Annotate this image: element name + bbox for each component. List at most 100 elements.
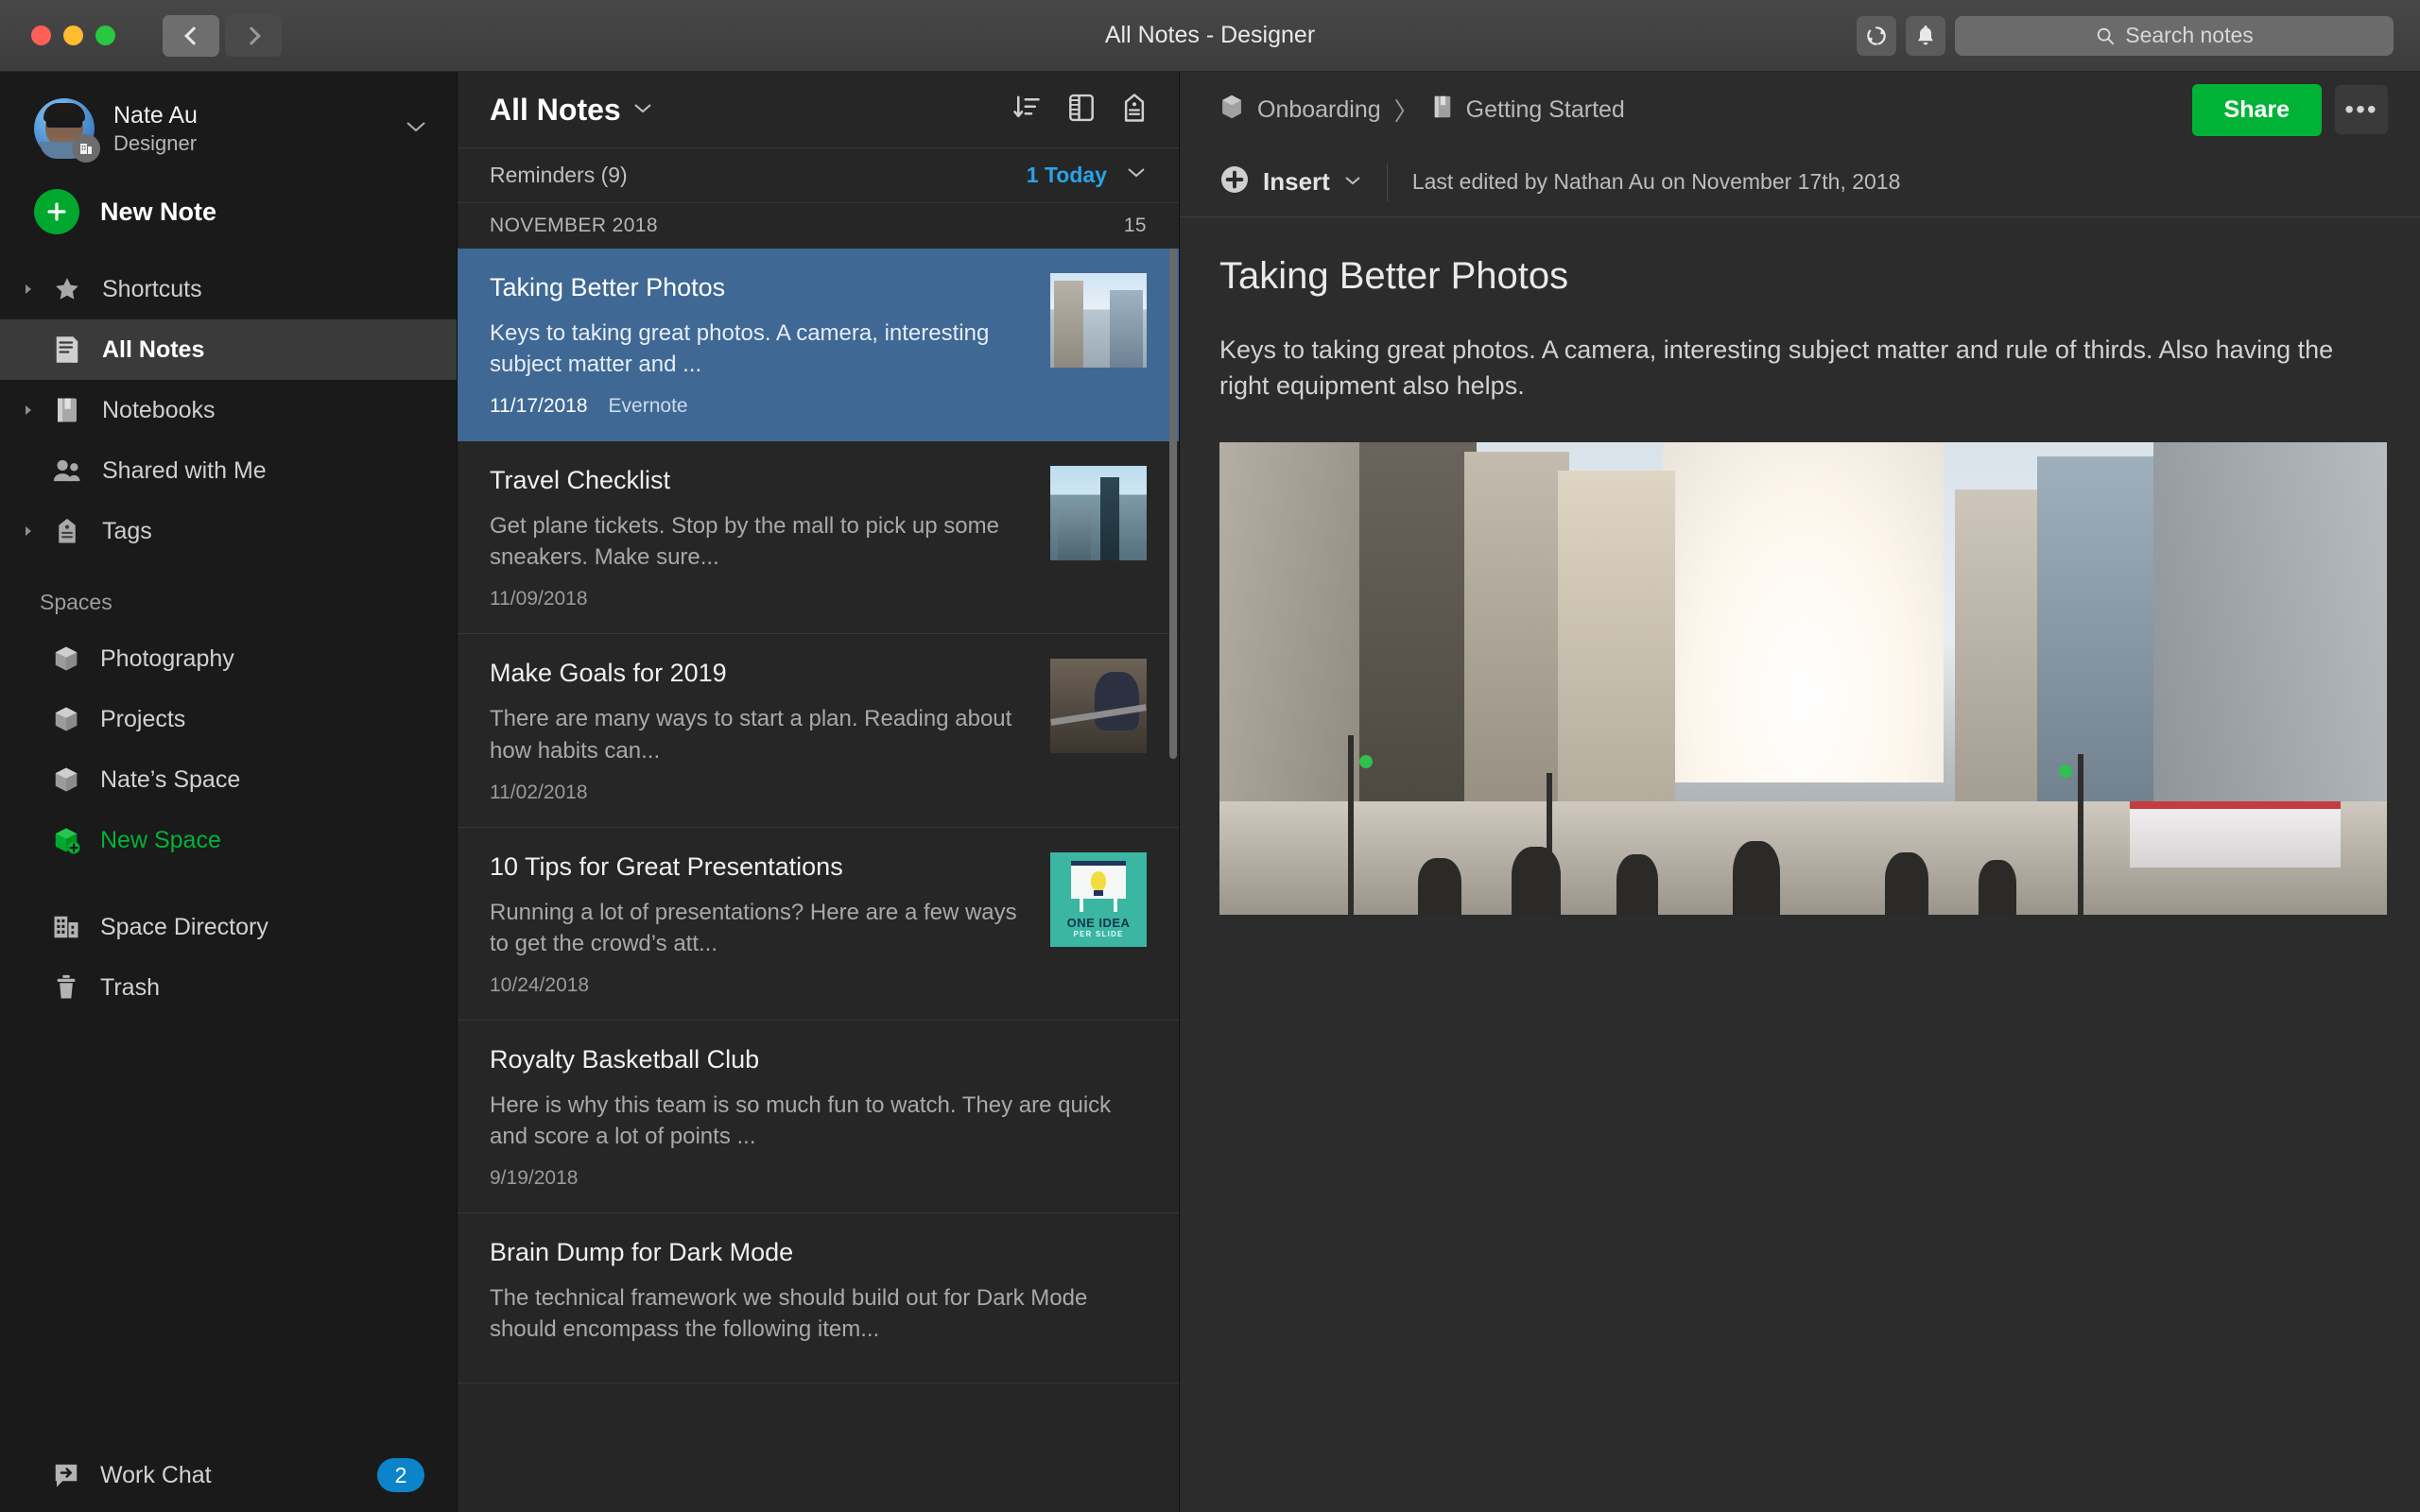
sidebar-label-all-notes: All Notes xyxy=(102,335,205,363)
close-window-button[interactable] xyxy=(31,26,51,45)
sidebar-item-tags[interactable]: Tags xyxy=(0,501,457,561)
sidebar-item-work-chat[interactable]: Work Chat 2 xyxy=(0,1438,457,1512)
new-note-button[interactable]: New Note xyxy=(0,168,457,259)
bell-icon xyxy=(1918,25,1933,44)
chevron-down-icon[interactable] xyxy=(404,118,428,140)
sync-icon xyxy=(1867,26,1886,45)
sidebar-item-trash[interactable]: Trash xyxy=(0,957,457,1018)
breadcrumb: Onboarding 〉 Getting Started xyxy=(1219,93,1625,128)
sidebar-label-space-directory: Space Directory xyxy=(100,913,268,940)
note-title: Royalty Basketball Club xyxy=(490,1044,760,1074)
minimize-window-button[interactable] xyxy=(63,26,83,45)
more-options-button[interactable]: ••• xyxy=(2335,85,2388,134)
note-title: Taking Better Photos xyxy=(490,273,726,301)
editor-subheader: Insert Last edited by Nathan Au on Novem… xyxy=(1180,147,2420,217)
note-list-item[interactable]: Make Goals for 2019 There are many ways … xyxy=(458,634,1179,828)
chevron-down-icon xyxy=(1343,172,1362,192)
note-list-panel: All Notes Reminders (9) 1 Today NOVEMBER… xyxy=(458,72,1180,1512)
sidebar-label-work-chat: Work Chat xyxy=(100,1461,212,1488)
note-snippet: Get plane tickets. Stop by the mall to p… xyxy=(490,513,999,571)
editor-content[interactable]: Taking Better Photos Keys to taking grea… xyxy=(1180,217,2420,1512)
chevron-down-icon[interactable] xyxy=(632,99,653,121)
note-list-item[interactable]: 10 Tips for Great Presentations Running … xyxy=(458,828,1179,1021)
view-layout-icon[interactable] xyxy=(1067,93,1096,128)
share-button[interactable]: Share xyxy=(2191,83,2322,136)
note-list-scroll[interactable]: Taking Better Photos Keys to taking grea… xyxy=(458,249,1179,1512)
cube-icon xyxy=(43,644,89,673)
note-list-scrollbar[interactable] xyxy=(1169,249,1177,759)
sidebar-item-notebooks[interactable]: Notebooks xyxy=(0,380,457,440)
note-hero-image xyxy=(1219,441,2387,915)
search-icon xyxy=(2097,27,2115,44)
sidebar-item-space-directory[interactable]: Space Directory xyxy=(0,897,457,957)
note-list-item[interactable]: Taking Better Photos Keys to taking grea… xyxy=(458,249,1179,442)
breadcrumb-item-onboarding[interactable]: Onboarding xyxy=(1257,96,1381,124)
month-label: NOVEMBER 2018 xyxy=(490,215,658,236)
insert-button[interactable]: Insert xyxy=(1219,164,1387,199)
sidebar-label-new-space: New Space xyxy=(100,826,221,853)
note-date: 10/24/2018 xyxy=(490,973,590,996)
sidebar-label-tags: Tags xyxy=(102,517,152,544)
note-list-item[interactable]: Travel Checklist Get plane tickets. Stop… xyxy=(458,441,1179,635)
reminders-bar[interactable]: Reminders (9) 1 Today xyxy=(458,148,1179,203)
avatar xyxy=(34,98,100,163)
account-name: Nate Au xyxy=(113,101,198,129)
note-thumbnail: ONE IDEA PER SLIDE xyxy=(1050,851,1147,947)
note-heading: Taking Better Photos xyxy=(1219,255,1569,297)
disclosure-triangle-icon[interactable] xyxy=(13,404,43,417)
chevron-left-icon xyxy=(183,26,203,45)
disclosure-triangle-icon[interactable] xyxy=(13,524,43,538)
cube-icon xyxy=(43,765,89,794)
note-snippet: Here is why this team is so much fun to … xyxy=(490,1091,1112,1149)
search-notes-field[interactable]: Search notes xyxy=(1955,15,2394,56)
sidebar-footer-list: Space Directory Trash xyxy=(0,897,457,1018)
business-badge-icon xyxy=(72,134,100,163)
note-editor-panel: Onboarding 〉 Getting Started Share ••• I… xyxy=(1180,72,2420,1512)
sidebar-item-new-space[interactable]: New Space xyxy=(0,810,457,870)
forward-button[interactable] xyxy=(225,14,282,57)
insert-label: Insert xyxy=(1263,167,1330,196)
note-date: 9/19/2018 xyxy=(490,1167,579,1190)
note-title: Make Goals for 2019 xyxy=(490,659,727,688)
note-list-item[interactable]: Royalty Basketball Club Here is why this… xyxy=(458,1021,1179,1214)
tag-icon[interactable] xyxy=(1122,93,1147,128)
notifications-button[interactable] xyxy=(1906,15,1945,56)
sidebar-item-all-notes[interactable]: All Notes xyxy=(0,319,457,380)
sort-icon[interactable] xyxy=(1012,94,1041,127)
note-thumbnail xyxy=(1050,273,1147,368)
history-nav-buttons[interactable] xyxy=(163,14,282,57)
breadcrumb-item-getting-started[interactable]: Getting Started xyxy=(1466,96,1625,124)
title-bar-actions: Search notes xyxy=(1857,15,2420,56)
note-list-toolbar xyxy=(1012,93,1147,128)
sidebar-item-shortcuts[interactable]: Shortcuts xyxy=(0,259,457,319)
sidebar-item-shared-with-me[interactable]: Shared with Me xyxy=(0,440,457,501)
disclosure-triangle-icon[interactable] xyxy=(13,283,43,296)
notebook-icon xyxy=(43,396,91,424)
account-switcher[interactable]: Nate Au Designer xyxy=(0,72,457,168)
cube-icon xyxy=(43,705,89,733)
window-controls[interactable] xyxy=(0,26,115,45)
note-snippet: The technical framework we should build … xyxy=(490,1285,1088,1343)
reminders-label: Reminders (9) xyxy=(490,163,628,187)
spaces-list: Photography Projects Nate’s Space New Sp… xyxy=(0,628,457,870)
note-list-title[interactable]: All Notes xyxy=(490,93,621,128)
sidebar-label-shortcuts: Shortcuts xyxy=(102,275,202,302)
sidebar-item-projects[interactable]: Projects xyxy=(0,689,457,749)
note-list-item[interactable]: Brain Dump for Dark Mode The technical f… xyxy=(458,1213,1179,1384)
month-count: 15 xyxy=(1123,215,1147,236)
chevron-down-icon[interactable] xyxy=(1126,166,1147,184)
chevron-right-icon xyxy=(241,26,261,45)
note-source: Evernote xyxy=(608,395,688,418)
maximize-window-button[interactable] xyxy=(95,26,115,45)
new-note-label: New Note xyxy=(100,197,217,226)
plus-circle-icon xyxy=(1219,164,1250,199)
people-icon xyxy=(43,457,91,484)
last-edited-text: Last edited by Nathan Au on November 17t… xyxy=(1411,169,1901,194)
sync-button[interactable] xyxy=(1857,15,1896,56)
sidebar-item-nates-space[interactable]: Nate’s Space xyxy=(0,749,457,810)
note-snippet: There are many ways to start a plan. Rea… xyxy=(490,706,1012,764)
reminders-today[interactable]: 1 Today xyxy=(1027,163,1107,188)
back-button[interactable] xyxy=(163,14,219,57)
sidebar-item-photography[interactable]: Photography xyxy=(0,628,457,689)
